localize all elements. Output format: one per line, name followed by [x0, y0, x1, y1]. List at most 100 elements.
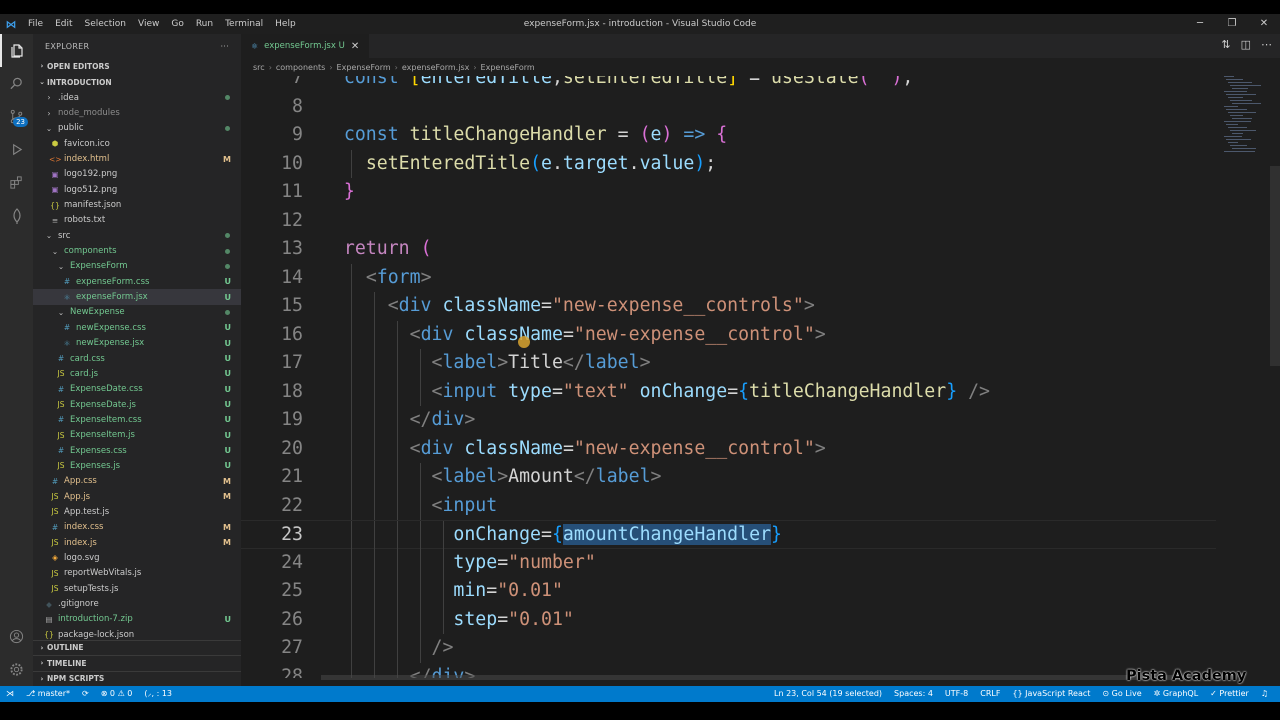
- explorer-icon[interactable]: [0, 34, 33, 67]
- tree-file[interactable]: JS ExpenseItem.js U: [33, 428, 241, 443]
- breadcrumb-item[interactable]: components: [276, 63, 325, 72]
- menu-run[interactable]: Run: [190, 14, 219, 34]
- outline-section[interactable]: › OUTLINE: [33, 639, 241, 656]
- code-line[interactable]: 24 type="number": [241, 548, 1216, 577]
- problems-indicator[interactable]: ⊗ 0 ⚠ 0: [95, 686, 139, 702]
- tree-file[interactable]: ▣ logo512.png: [33, 182, 241, 197]
- graphql-status[interactable]: ✲ GraphQL: [1148, 686, 1205, 702]
- menu-view[interactable]: View: [132, 14, 165, 34]
- tree-file[interactable]: ◈ logo.svg: [33, 550, 241, 565]
- tree-file[interactable]: JS ExpenseDate.js U: [33, 397, 241, 412]
- tree-file[interactable]: # Expenses.css U: [33, 443, 241, 458]
- code-line[interactable]: 14 <form>: [241, 263, 1216, 292]
- tree-file[interactable]: # card.css U: [33, 351, 241, 366]
- tree-file[interactable]: ◆ .gitignore: [33, 596, 241, 611]
- tree-file[interactable]: # App.css M: [33, 474, 241, 489]
- tree-file[interactable]: JS card.js U: [33, 366, 241, 381]
- tree-file[interactable]: JS index.js M: [33, 535, 241, 550]
- npm-scripts-section[interactable]: › NPM SCRIPTS: [33, 670, 241, 687]
- code-line[interactable]: 12: [241, 207, 1216, 236]
- tab-close-button[interactable]: ✕: [351, 41, 359, 52]
- more-actions-icon[interactable]: ⋯: [1261, 38, 1272, 51]
- timeline-section[interactable]: › TIMELINE: [33, 655, 241, 671]
- tree-folder[interactable]: ⌄ public: [33, 121, 241, 136]
- tree-file[interactable]: JS setupTests.js: [33, 581, 241, 596]
- breadcrumb-item[interactable]: ExpenseForm: [481, 63, 535, 72]
- code-line[interactable]: 18 <input type="text" onChange={titleCha…: [241, 377, 1216, 406]
- sync-button[interactable]: ⟳: [76, 686, 95, 702]
- remote-icon[interactable]: ⋊: [0, 686, 20, 702]
- tree-file[interactable]: JS App.js M: [33, 489, 241, 504]
- code-line[interactable]: 15 <div className="new-expense__controls…: [241, 292, 1216, 321]
- code-line[interactable]: 19 </div>: [241, 406, 1216, 435]
- go-live-button[interactable]: ⊙ Go Live: [1096, 686, 1147, 702]
- menu-help[interactable]: Help: [269, 14, 302, 34]
- breadcrumb-item[interactable]: expenseForm.jsx: [402, 63, 470, 72]
- maximize-button[interactable]: ❐: [1216, 14, 1248, 34]
- tree-file[interactable]: # ExpenseItem.css U: [33, 412, 241, 427]
- tree-file[interactable]: # expenseForm.css U: [33, 274, 241, 289]
- mongodb-leaf-icon[interactable]: [0, 199, 33, 232]
- tree-file[interactable]: ⬢ favicon.ico: [33, 136, 241, 151]
- code-editor[interactable]: 7 const [enteredTitle,setEnteredTitle] =…: [241, 76, 1216, 678]
- breadcrumb-item[interactable]: ExpenseForm: [337, 63, 391, 72]
- indentation[interactable]: Spaces: 4: [888, 686, 939, 702]
- tree-file[interactable]: {} manifest.json: [33, 197, 241, 212]
- tree-file[interactable]: ≡ robots.txt: [33, 213, 241, 228]
- tree-folder[interactable]: ⌄ NewExpense: [33, 305, 241, 320]
- code-line[interactable]: 8: [241, 93, 1216, 122]
- code-line[interactable]: 20 <div className="new-expense__control"…: [241, 434, 1216, 463]
- extensions-icon[interactable]: [0, 166, 33, 199]
- branch-indicator[interactable]: ⎇ master*: [20, 686, 76, 702]
- menu-file[interactable]: File: [22, 14, 49, 34]
- tree-file[interactable]: # index.css M: [33, 520, 241, 535]
- menu-selection[interactable]: Selection: [79, 14, 132, 34]
- code-line[interactable]: 21 <label>Amount</label>: [241, 463, 1216, 492]
- code-line[interactable]: 25 min="0.01": [241, 577, 1216, 606]
- minimap[interactable]: [1220, 76, 1266, 156]
- open-editors-section[interactable]: › OPEN EDITORS: [33, 58, 241, 74]
- tree-file[interactable]: JS reportWebVitals.js: [33, 566, 241, 581]
- scrollbar-thumb[interactable]: [1270, 166, 1280, 366]
- tree-file[interactable]: ⚛ expenseForm.jsx U: [33, 289, 241, 305]
- tree-folder[interactable]: ⌄ components: [33, 243, 241, 258]
- menu-go[interactable]: Go: [165, 14, 189, 34]
- encoding[interactable]: UTF-8: [939, 686, 974, 702]
- breadcrumb-item[interactable]: src: [253, 63, 265, 72]
- more-actions-button[interactable]: ···: [220, 42, 229, 51]
- code-line[interactable]: 17 <label>Title</label>: [241, 349, 1216, 378]
- language-mode[interactable]: {} JavaScript React: [1006, 686, 1096, 702]
- tree-file[interactable]: ▣ logo192.png: [33, 167, 241, 182]
- run-debug-icon[interactable]: [0, 133, 33, 166]
- tree-file[interactable]: # ExpenseDate.css U: [33, 382, 241, 397]
- compare-changes-icon[interactable]: ⇅: [1221, 38, 1230, 51]
- settings-gear-icon[interactable]: [0, 653, 33, 686]
- code-line[interactable]: 9 const titleChangeHandler = (e) => {: [241, 121, 1216, 150]
- prettier-status[interactable]: ✓ Prettier: [1204, 686, 1255, 702]
- search-icon[interactable]: [0, 67, 33, 100]
- tree-file[interactable]: ▤ introduction-7.zip U: [33, 612, 241, 627]
- line-ending[interactable]: CRLF: [974, 686, 1006, 702]
- project-section[interactable]: ⌄ INTRODUCTION: [33, 74, 241, 90]
- tree-folder[interactable]: › .idea: [33, 90, 241, 105]
- tree-folder[interactable]: ⌄ src: [33, 228, 241, 243]
- tree-file[interactable]: # newExpense.css U: [33, 320, 241, 335]
- tab-expenseform-jsx[interactable]: ⚛ expenseForm.jsx U ✕: [241, 34, 370, 58]
- account-icon[interactable]: [0, 620, 33, 653]
- code-line[interactable]: 11 }: [241, 178, 1216, 207]
- menu-edit[interactable]: Edit: [49, 14, 78, 34]
- split-editor-icon[interactable]: ◫: [1241, 38, 1251, 51]
- code-line[interactable]: 10 setEnteredTitle(e.target.value);: [241, 149, 1216, 178]
- code-line[interactable]: 23 onChange={amountChangeHandler}: [241, 520, 1216, 550]
- code-line[interactable]: 7 const [enteredTitle,setEnteredTitle] =…: [241, 76, 1216, 93]
- tree-file[interactable]: JS Expenses.js U: [33, 458, 241, 473]
- tree-file[interactable]: ⚛ newExpense.jsx U: [33, 336, 241, 351]
- vertical-scrollbar[interactable]: [1270, 76, 1280, 678]
- cursor-position[interactable]: Ln 23, Col 54 (19 selected): [768, 686, 888, 702]
- notifications-bell-icon[interactable]: ♫: [1255, 686, 1274, 702]
- tree-file[interactable]: JS App.test.js: [33, 504, 241, 519]
- code-line[interactable]: 22 <input: [241, 491, 1216, 520]
- code-line[interactable]: 13 return (: [241, 235, 1216, 264]
- tree-folder[interactable]: ⌄ ExpenseForm: [33, 259, 241, 274]
- source-control-icon[interactable]: 23: [0, 100, 33, 133]
